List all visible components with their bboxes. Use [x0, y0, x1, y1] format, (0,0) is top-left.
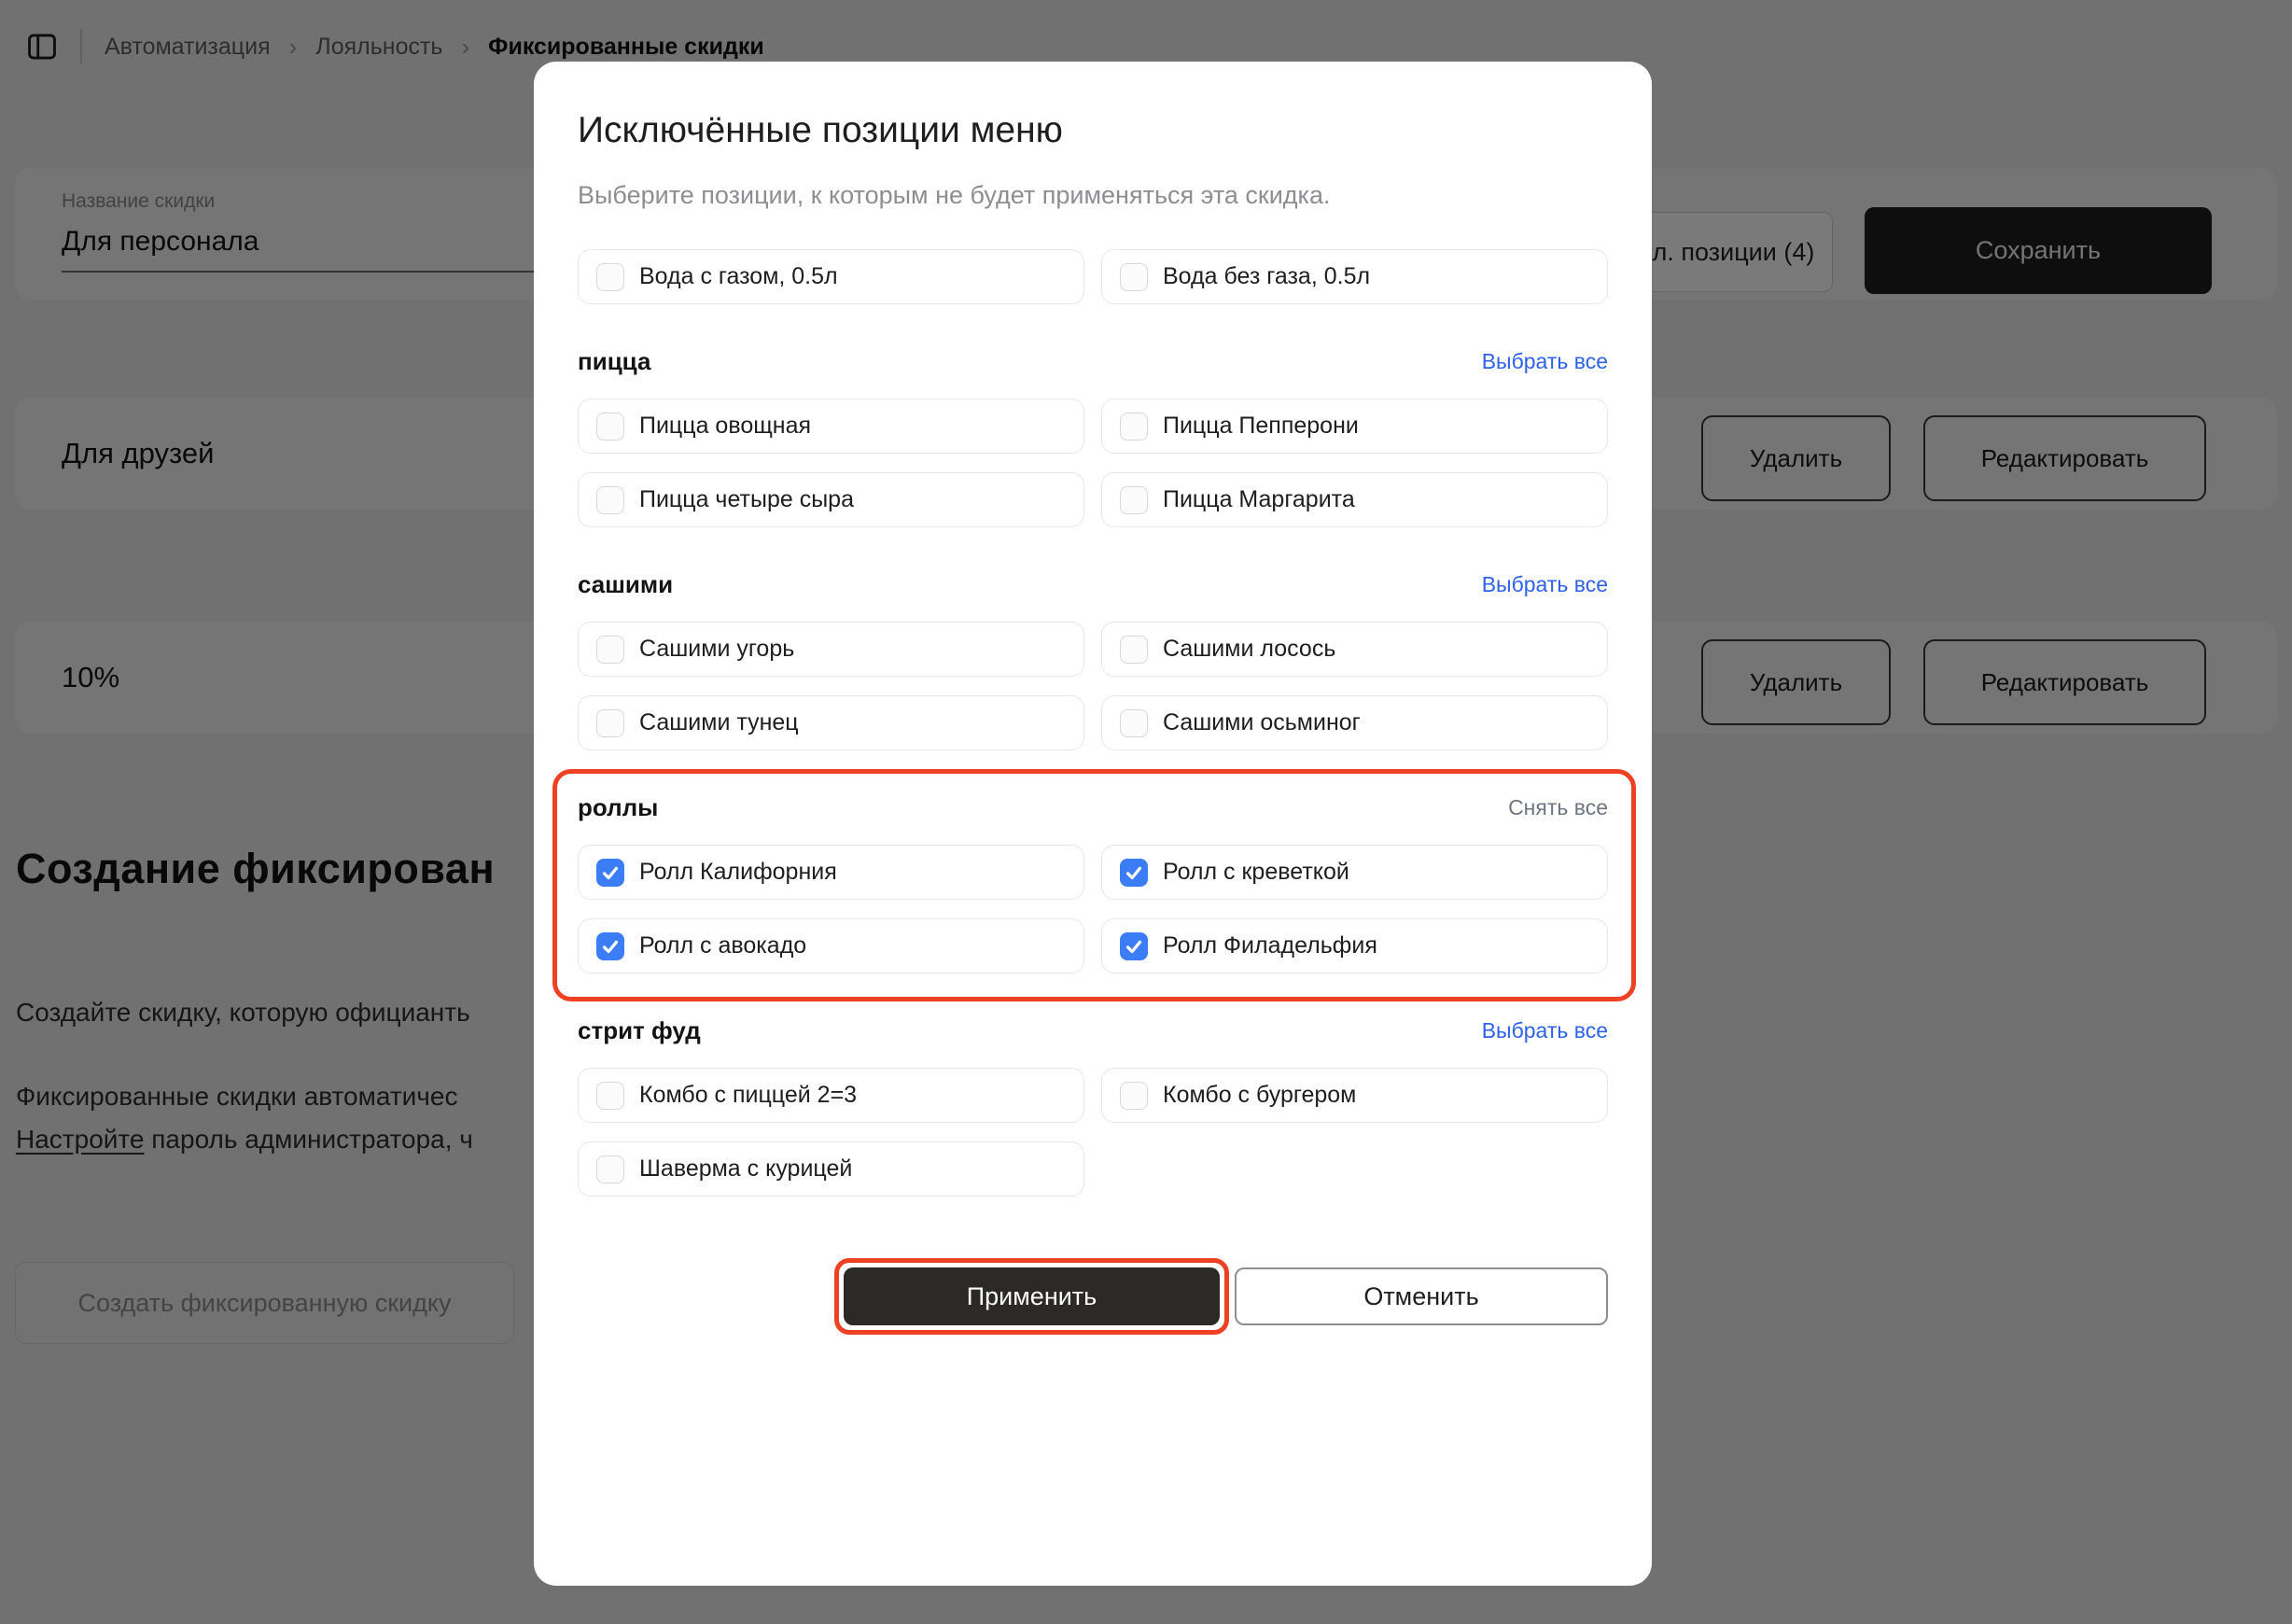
menu-groups: Вода с газом, 0.5л Вода без газа, 0.5л пиц… — [578, 210, 1608, 1197]
select-all-link[interactable]: Выбрать все — [1482, 349, 1608, 374]
menu-item-label: Пицца Маргарита — [1163, 486, 1355, 513]
menu-group: Вода с газом, 0.5л Вода без газа, 0.5л — [578, 249, 1608, 304]
menu-item-checkbox-card[interactable]: Вода без газа, 0.5л — [1101, 249, 1608, 304]
menu-group-стрит фуд: стрит фудВыбрать всеКомбо с пиццей 2=3Ко… — [578, 1016, 1608, 1197]
menu-item-label: Ролл Филадельфия — [1163, 932, 1377, 959]
menu-group-сашими: сашими Выбрать все Сашими угорь Сашими лосо… — [578, 570, 1608, 750]
group-name: роллы — [578, 793, 658, 822]
group-header: сашими Выбрать все — [578, 570, 1608, 599]
checkbox-checked-icon[interactable] — [596, 932, 624, 960]
menu-item-checkbox-card[interactable]: Ролл Филадельфия — [1101, 918, 1608, 973]
menu-item-label: Сашими лосось — [1163, 636, 1335, 663]
checkbox-unchecked-icon[interactable] — [596, 709, 624, 737]
checkbox-unchecked-icon[interactable] — [1120, 636, 1148, 664]
group-name: пицца — [578, 347, 650, 376]
menu-item-label: Пицца овощная — [639, 413, 811, 440]
excluded-positions-modal: Исключённые позиции меню Выберите позици… — [534, 62, 1652, 1586]
group-header: пицца Выбрать все — [578, 347, 1608, 376]
checkbox-unchecked-icon[interactable] — [596, 1155, 624, 1183]
checkbox-unchecked-icon[interactable] — [1120, 413, 1148, 441]
menu-item-checkbox-card[interactable]: Пицца четыре сыра — [578, 472, 1084, 527]
apply-button-wrap: Применить — [844, 1267, 1220, 1325]
group-header: стрит фуд Выбрать все — [578, 1016, 1608, 1045]
cancel-button[interactable]: Отменить — [1235, 1267, 1608, 1325]
menu-item-label: Вода без газа, 0.5л — [1163, 263, 1370, 290]
menu-item-checkbox-card[interactable]: Сашими тунец — [578, 695, 1084, 750]
deselect-all-link[interactable]: Снять все — [1508, 795, 1608, 820]
menu-item-label: Комбо с бургером — [1163, 1082, 1356, 1109]
group-items-grid: Комбо с пиццей 2=3 Комбо с бургером Шаверм… — [578, 1068, 1608, 1197]
checkbox-checked-icon[interactable] — [1120, 859, 1148, 887]
checkbox-unchecked-icon[interactable] — [1120, 709, 1148, 737]
menu-item-checkbox-card[interactable]: Пицца Пепперони — [1101, 399, 1608, 454]
menu-item-checkbox-card[interactable]: Ролл с креветкой — [1101, 845, 1608, 900]
menu-item-label: Ролл с креветкой — [1163, 859, 1349, 886]
checkbox-unchecked-icon[interactable] — [1120, 486, 1148, 514]
menu-item-label: Сашими тунец — [639, 709, 799, 736]
menu-item-label: Пицца Пепперони — [1163, 413, 1359, 440]
menu-group-пицца: пицца Выбрать все Пицца овощная Пицца Пеппе… — [578, 347, 1608, 527]
menu-item-checkbox-card[interactable]: Вода с газом, 0.5л — [578, 249, 1084, 304]
group-items-grid: Сашими угорь Сашими лосось Сашими тунец Саш… — [578, 622, 1608, 750]
menu-item-label: Комбо с пиццей 2=3 — [639, 1082, 857, 1109]
group-header: роллы Снять все — [578, 793, 1608, 822]
checkbox-unchecked-icon[interactable] — [596, 263, 624, 291]
group-name: стрит фуд — [578, 1016, 701, 1045]
page: Автоматизация›Лояльность›Фиксированные с… — [0, 0, 2292, 1624]
modal-subtitle: Выберите позиции, к которым не будет при… — [578, 181, 1608, 210]
checkbox-unchecked-icon[interactable] — [596, 486, 624, 514]
checkbox-checked-icon[interactable] — [1120, 932, 1148, 960]
menu-item-checkbox-card[interactable]: Ролл Калифорния — [578, 845, 1084, 900]
menu-item-checkbox-card[interactable]: Сашими угорь — [578, 622, 1084, 677]
select-all-link[interactable]: Выбрать все — [1482, 572, 1608, 597]
menu-item-label: Сашими осьминог — [1163, 709, 1361, 736]
checkbox-checked-icon[interactable] — [596, 859, 624, 887]
checkbox-unchecked-icon[interactable] — [1120, 263, 1148, 291]
checkbox-unchecked-icon[interactable] — [1120, 1082, 1148, 1110]
menu-group-роллы: роллы Снять все Ролл Калифорния Ролл с крев… — [578, 793, 1608, 973]
group-items-grid: Пицца овощная Пицца Пепперони Пицца четыре… — [578, 399, 1608, 527]
menu-item-label: Ролл Калифорния — [639, 859, 837, 886]
menu-item-checkbox-card[interactable]: Пицца овощная — [578, 399, 1084, 454]
menu-item-label: Пицца четыре сыра — [639, 486, 854, 513]
group-items-grid: Вода с газом, 0.5л Вода без газа, 0.5л — [578, 249, 1608, 304]
select-all-link[interactable]: Выбрать все — [1482, 1018, 1608, 1043]
menu-item-label: Шаверма с курицей — [639, 1155, 852, 1183]
menu-item-checkbox-card[interactable]: Пицца Маргарита — [1101, 472, 1608, 527]
checkbox-unchecked-icon[interactable] — [596, 636, 624, 664]
checkbox-unchecked-icon[interactable] — [596, 413, 624, 441]
menu-item-checkbox-card[interactable]: Комбо с пиццей 2=3 — [578, 1068, 1084, 1123]
apply-button[interactable]: Применить — [844, 1267, 1220, 1325]
menu-item-label: Сашими угорь — [639, 636, 794, 663]
modal-title: Исключённые позиции меню — [578, 110, 1608, 151]
checkbox-unchecked-icon[interactable] — [596, 1082, 624, 1110]
menu-item-checkbox-card[interactable]: Сашими осьминог — [1101, 695, 1608, 750]
menu-item-label: Ролл с авокадо — [639, 932, 806, 959]
modal-footer: Применить Отменить — [578, 1267, 1608, 1325]
group-items-grid: Ролл Калифорния Ролл с креветкой Ролл с ав… — [578, 845, 1608, 973]
menu-item-checkbox-card[interactable]: Ролл с авокадо — [578, 918, 1084, 973]
menu-item-checkbox-card[interactable]: Сашими лосось — [1101, 622, 1608, 677]
menu-item-checkbox-card[interactable]: Комбо с бургером — [1101, 1068, 1608, 1123]
menu-item-checkbox-card[interactable]: Шаверма с курицей — [578, 1141, 1084, 1197]
group-name: сашими — [578, 570, 673, 599]
menu-item-label: Вода с газом, 0.5л — [639, 263, 838, 290]
